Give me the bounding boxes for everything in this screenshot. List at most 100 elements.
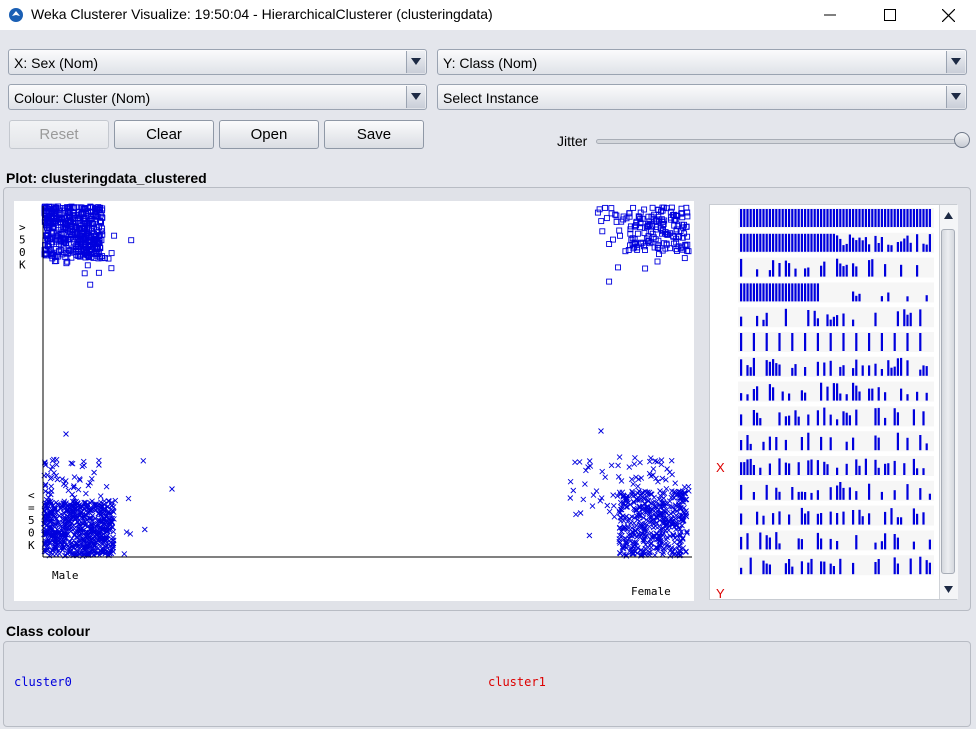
attribute-bars-panel[interactable] [709, 204, 957, 600]
attribute-bar-mark [925, 443, 928, 451]
attribute-bar-mark [810, 558, 813, 575]
attribute-bar-mark [836, 209, 839, 227]
attribute-bar-mark [912, 458, 915, 475]
data-point [598, 428, 604, 434]
close-button[interactable] [925, 0, 971, 30]
scroll-up-arrow-icon[interactable] [941, 207, 955, 223]
attribute-bar-mark [816, 490, 819, 500]
scroll-down-arrow-icon[interactable] [941, 581, 955, 597]
attribute-bar-mark [829, 414, 832, 426]
attribute-bar-mark [816, 410, 819, 426]
data-point [81, 462, 87, 469]
x-axis-select[interactable]: X: Sex (Nom) [8, 49, 427, 75]
attribute-bar-mark [858, 465, 861, 475]
attribute-bar-mark [816, 513, 819, 525]
attribute-bar-mark [832, 566, 835, 575]
attribute-bar-mark [781, 283, 784, 302]
attribute-bar-mark [749, 557, 752, 575]
data-point [624, 504, 631, 510]
attribute-bar[interactable] [738, 431, 934, 452]
attribute-bar-mark [922, 209, 925, 227]
attribute-bar-mark [788, 233, 791, 252]
attribute-bar-mark [832, 383, 835, 401]
jitter-slider[interactable] [596, 139, 966, 144]
attribute-bar-mark [909, 312, 912, 327]
attribute-bar-mark [807, 511, 810, 525]
attribute-bar-mark [800, 539, 803, 550]
attribute-bar-mark [906, 314, 909, 327]
save-button[interactable]: Save [324, 120, 424, 149]
attribute-bar-mark [772, 283, 775, 302]
data-point [641, 206, 648, 213]
attribute-bar-mark [916, 265, 919, 277]
data-point [683, 548, 689, 555]
attribute-bar-mark [912, 541, 915, 550]
open-button[interactable]: Open [219, 120, 319, 149]
attribute-bar-mark [816, 361, 819, 376]
attribute-bar-mark [740, 440, 743, 451]
attribute-bar-mark [829, 511, 832, 525]
scatter-plot[interactable]: >5 0 K < = 5 0 K Male Female [14, 201, 694, 601]
attribute-bar-mark [839, 209, 842, 227]
attribute-bar-mark [768, 537, 771, 550]
attribute-bar-mark [906, 360, 909, 376]
data-point [594, 209, 601, 216]
y-tick-char: > [19, 221, 26, 234]
y-axis-select-value: Y: Class (Nom) [443, 55, 538, 71]
data-point [60, 481, 67, 487]
y-axis-select[interactable]: Y: Class (Nom) [437, 49, 967, 75]
y-tick-char: 5 [28, 514, 35, 527]
clear-button[interactable]: Clear [114, 120, 214, 149]
chevron-down-icon[interactable] [406, 86, 425, 108]
attribute-bar-mark [925, 244, 928, 252]
data-point [589, 503, 596, 509]
attribute-bars-svg[interactable] [710, 205, 958, 601]
attribute-bar-mark [804, 283, 807, 302]
attribute-bar-mark [816, 532, 819, 550]
attribute-bar-mark [874, 435, 877, 451]
attribute-bar-mark [832, 209, 835, 227]
attribute-bar-mark [829, 233, 832, 252]
chevron-down-icon[interactable] [946, 86, 965, 108]
attribute-bar-mark [836, 485, 839, 500]
scroll-thumb[interactable] [941, 229, 955, 574]
data-point [606, 278, 613, 285]
minimize-button[interactable] [807, 0, 853, 30]
scatter-points [41, 203, 692, 559]
attribute-bar-mark [884, 417, 887, 426]
data-point [50, 456, 57, 463]
data-point [604, 502, 611, 509]
data-point [616, 454, 623, 460]
select-instance-select[interactable]: Select Instance [437, 84, 967, 110]
attribute-bar-mark [740, 316, 743, 327]
attribute-bar-mark [839, 558, 842, 575]
reset-button[interactable]: Reset [9, 120, 109, 149]
attribute-bar-mark [909, 209, 912, 227]
class-colour-panel [3, 641, 971, 727]
data-point [645, 213, 652, 220]
attribute-bar-mark [832, 316, 835, 327]
maximize-button[interactable] [867, 0, 913, 30]
attribute-bar-mark [877, 467, 880, 475]
jitter-slider-handle[interactable] [954, 132, 970, 148]
data-point [573, 511, 579, 518]
attribute-bar-mark [874, 542, 877, 550]
attribute-bar-mark [810, 492, 813, 500]
attribute-bar-mark [922, 468, 925, 475]
scatter-plot-svg[interactable]: >50K <=50K Male Female [14, 201, 694, 601]
attribute-bar-mark [919, 488, 922, 500]
chevron-down-icon[interactable] [946, 51, 965, 73]
chevron-down-icon[interactable] [406, 51, 425, 73]
attribute-bar-mark [912, 209, 915, 227]
attribute-bar-mark [740, 283, 743, 302]
legend-cluster1[interactable]: cluster1 [488, 675, 546, 689]
attribute-bar-mark [762, 441, 765, 451]
colour-select[interactable]: Colour: Cluster (Nom) [8, 84, 427, 110]
data-point [603, 215, 610, 222]
legend-cluster0[interactable]: cluster0 [14, 675, 72, 689]
attribute-bar-mark [791, 566, 794, 575]
data-point [599, 228, 606, 235]
attribute-bar-mark [829, 563, 832, 575]
attribute-bar-mark [823, 461, 826, 475]
data-point [56, 512, 63, 519]
